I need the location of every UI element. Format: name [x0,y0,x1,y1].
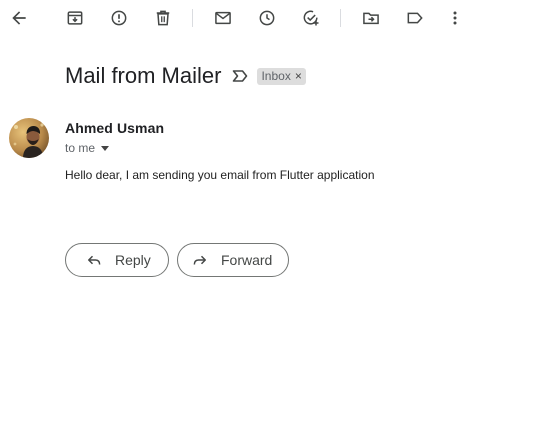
recipient-details-toggle[interactable]: to me [65,141,110,155]
delete-icon [156,10,170,26]
forward-button[interactable]: Forward [177,243,289,277]
labels-icon [407,12,423,24]
forward-button-label: Forward [221,252,273,268]
archive-icon [67,11,83,25]
reply-button-label: Reply [115,252,151,268]
mark-unread-button[interactable] [211,6,235,30]
back-icon [12,11,26,25]
forward-icon [193,255,206,265]
toolbar-divider [192,9,193,27]
importance-icon [233,70,248,82]
reply-icon [88,255,101,265]
more-icon [453,11,457,25]
avatar[interactable] [9,118,49,158]
delete-button[interactable] [151,6,175,30]
caret-down-icon [101,145,110,151]
report-spam-button[interactable] [107,6,131,30]
add-task-button[interactable] [299,6,323,30]
label-chip-text: Inbox [261,69,291,83]
subject-row: Mail from Mailer Inbox × [65,62,306,90]
sender-name: Ahmed Usman [65,120,165,136]
email-subject: Mail from Mailer [65,63,222,88]
snooze-button[interactable] [255,6,279,30]
email-view: Mail from Mailer Inbox × Ahmed Usman to … [0,0,553,431]
more-options-button[interactable] [443,6,467,30]
add-task-icon [303,10,319,26]
labels-button[interactable] [403,6,427,30]
toolbar [0,0,553,36]
archive-button[interactable] [63,6,87,30]
recipient-text: to me [65,141,96,155]
inbox-label-chip: Inbox × [257,67,306,85]
mark-unread-icon [215,11,231,25]
importance-marker[interactable] [231,67,249,85]
toolbar-divider [340,9,341,27]
report-spam-icon [111,10,127,26]
email-body: Hello dear, I am sending you email from … [65,168,375,182]
remove-label-button[interactable]: × [295,69,302,83]
move-to-button[interactable] [359,6,383,30]
back-button[interactable] [7,6,31,30]
move-to-icon [363,12,379,25]
snooze-icon [259,10,275,26]
avatar-image [9,118,49,158]
reply-button[interactable]: Reply [65,243,169,277]
